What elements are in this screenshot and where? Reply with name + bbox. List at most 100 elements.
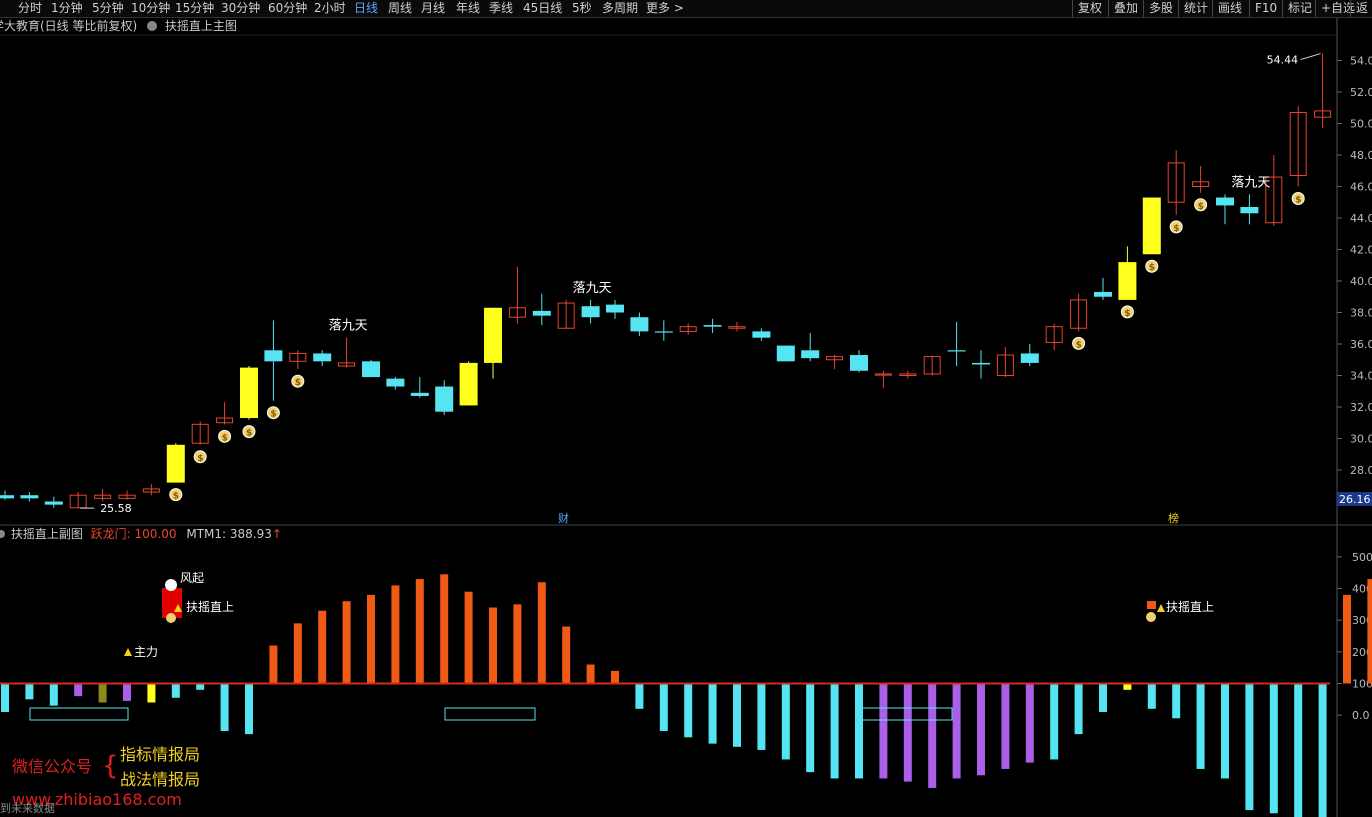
indicator-bar — [1294, 683, 1303, 817]
indicator-bar — [269, 645, 278, 684]
price-tick-label: 38.0 — [1350, 307, 1372, 320]
money-bag-symbol: $ — [222, 433, 228, 443]
price-tick-label: 46.0 — [1350, 181, 1372, 194]
candle-body — [947, 350, 966, 352]
candle-body — [484, 307, 502, 363]
indicator-bar — [245, 683, 253, 735]
price-tick-label: 32.0 — [1350, 401, 1372, 414]
indicator-bar — [342, 601, 351, 684]
candle-body — [752, 331, 771, 338]
indicator-bar — [1147, 683, 1156, 709]
indicator-bar — [49, 683, 58, 706]
candle-body — [654, 331, 673, 333]
rise-label: 扶摇直上 — [186, 599, 234, 614]
candle-body — [313, 353, 332, 362]
price-tick-label: 44.0 — [1350, 212, 1372, 225]
rise-triangle-2 — [1157, 604, 1165, 612]
candle-body — [386, 378, 405, 387]
indicator-bar — [635, 683, 644, 709]
price-tick-label: 28.0 — [1350, 464, 1372, 477]
indicator-bar — [855, 683, 863, 779]
indicator-bar — [611, 670, 619, 684]
candle-body — [1094, 292, 1112, 297]
money-bag-symbol: $ — [197, 454, 203, 464]
indicator-bar — [928, 683, 937, 788]
price-tick-label: 34.0 — [1350, 370, 1372, 383]
range-box — [29, 707, 129, 721]
indicator-bar — [781, 683, 790, 760]
bottom-status: 到未来数据 — [0, 802, 55, 815]
indicator-bar — [513, 604, 522, 684]
event-mark: 财 — [558, 511, 569, 525]
event-mark: 榜 — [1168, 511, 1179, 525]
indicator-bar — [659, 683, 668, 731]
candle-body — [850, 355, 868, 371]
wechat-account-2: 战法情报局 — [120, 770, 201, 789]
pattern-label: 落九天 — [1231, 175, 1270, 190]
candle-body — [410, 392, 429, 396]
indicator-bar — [708, 683, 717, 744]
candle-body — [1142, 197, 1161, 255]
wind-signal-dot — [165, 579, 177, 591]
indicator-bar — [1074, 683, 1083, 735]
pattern-label: 落九天 — [573, 281, 612, 296]
indicator-bar — [830, 683, 839, 779]
main-force-label: 主力 — [134, 645, 158, 659]
current-price-label: 26.16 — [1339, 493, 1371, 506]
indicator-bar — [757, 683, 766, 750]
indicator-bar — [1025, 683, 1034, 763]
indicator-bar — [1001, 683, 1010, 769]
candle-body — [532, 310, 551, 316]
candle-body — [776, 345, 795, 362]
indicator-bar — [1, 683, 9, 712]
price-tick-label: 40.0 — [1350, 275, 1372, 288]
indicator-bar — [220, 683, 229, 731]
indicator-bar — [147, 683, 156, 703]
indicator-bar — [1318, 683, 1327, 817]
money-bag-icon-sub-2 — [1146, 612, 1156, 622]
candle-body — [630, 317, 649, 332]
indicator-bar — [123, 683, 131, 701]
candle-body — [166, 444, 185, 483]
candle-body — [1020, 353, 1039, 363]
indicator-bar — [977, 683, 985, 776]
money-bag-symbol: $ — [246, 429, 252, 439]
money-bag-symbol: $ — [270, 410, 276, 420]
candle-body — [264, 350, 283, 362]
rise-mark-2 — [1147, 601, 1156, 609]
indicator-bar — [293, 623, 302, 684]
indicator-bar — [464, 591, 473, 684]
indicator-bar — [1269, 683, 1278, 814]
indicator-bar — [733, 683, 741, 747]
money-bag-symbol: $ — [1076, 340, 1082, 350]
money-bag-symbol: $ — [295, 378, 301, 388]
candle-body — [44, 501, 63, 505]
candle-body — [1240, 206, 1259, 214]
money-bag-symbol: $ — [1149, 263, 1155, 273]
sub-tick-label: 500 — [1352, 551, 1372, 564]
price-tick-label: 42.0 — [1350, 244, 1372, 257]
indicator-bar — [367, 594, 375, 684]
candle-body — [240, 367, 258, 419]
chart-canvas: 54.0 52.0 50.0 48.0 46.0 44.0 42.0 40.0 38.0 36.0… — [0, 18, 1372, 817]
money-bag-symbol: $ — [1124, 309, 1130, 319]
indicator-bar — [1343, 594, 1351, 684]
price-tick-label: 30.0 — [1350, 433, 1372, 446]
indicator-bar — [806, 683, 815, 773]
range-box — [444, 707, 536, 721]
candle-body — [972, 362, 990, 365]
indicator-bar — [684, 683, 693, 738]
indicator-bar — [1172, 683, 1181, 719]
indicator-bar — [1099, 683, 1107, 712]
indicator-bar — [562, 626, 571, 684]
indicator-bar — [171, 683, 180, 698]
sub-tick-label: 0.0 — [1352, 709, 1370, 722]
indicator-bar — [440, 574, 449, 684]
main-force-triangle — [124, 648, 132, 656]
money-bag-symbol: $ — [1295, 196, 1301, 206]
price-tick-label: 48.0 — [1350, 149, 1372, 162]
indicator-bar — [1245, 683, 1254, 811]
price-tick-label: 50.0 — [1350, 118, 1372, 131]
wechat-account-1: 指标情报局 — [120, 745, 201, 764]
candle-body — [435, 386, 454, 412]
